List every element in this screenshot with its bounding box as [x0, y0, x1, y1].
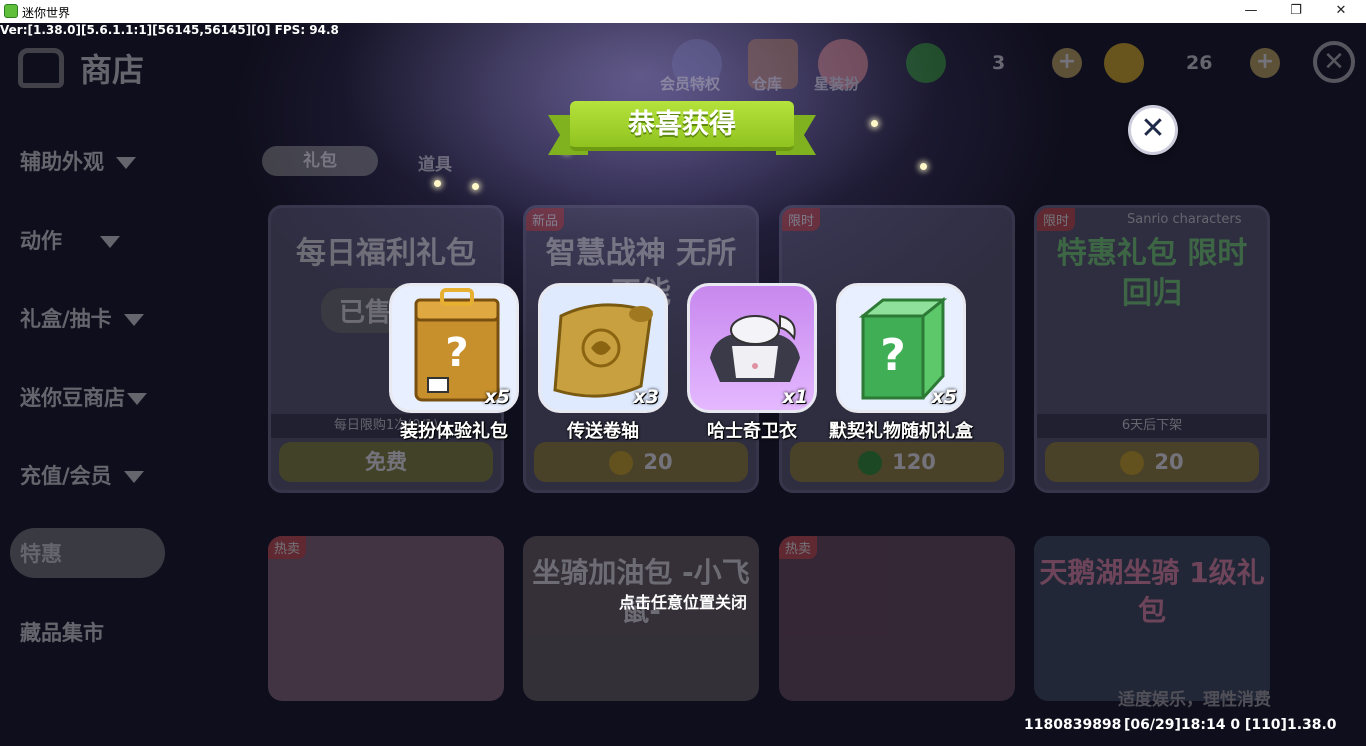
- star-outfit-label: 星装扮: [814, 75, 860, 93]
- svg-text:?: ?: [880, 330, 906, 381]
- card-expiry-text: 6天后下架: [1037, 414, 1267, 438]
- window-close-button[interactable]: ✕: [1318, 0, 1364, 23]
- window-titlebar: 迷你世界 — ❐ ✕: [0, 0, 1366, 23]
- reward-tile: x1: [687, 283, 817, 413]
- sidebar-item-label: 礼盒/抽卡: [20, 307, 112, 331]
- card-price-button[interactable]: 120: [790, 442, 1004, 482]
- shop-close-button[interactable]: ✕: [1313, 41, 1355, 83]
- coin-icon: [1120, 451, 1145, 475]
- sidebar-item-mini-bean-shop[interactable]: 迷你豆商店: [20, 382, 147, 412]
- sidebar-item-gift-cards[interactable]: 礼盒/抽卡: [20, 303, 144, 333]
- window-title: 迷你世界: [22, 6, 71, 20]
- sparkle: [920, 163, 927, 170]
- restore-button[interactable]: ❐: [1273, 0, 1319, 23]
- time-version: [06/29]18:14 0 [110]1.38.0: [1124, 717, 1337, 733]
- shop-card[interactable]: 天鹅湖坐骑 1级礼包: [1034, 536, 1270, 701]
- close-hint: 点击任意位置关闭: [618, 593, 747, 612]
- sidebar-item-label: 特惠: [20, 542, 62, 566]
- reward-quantity: x5: [484, 386, 510, 408]
- price-value: 20: [1154, 450, 1184, 474]
- user-id: 1180839898: [1024, 717, 1122, 733]
- reward-quantity: x1: [782, 386, 808, 408]
- sidebar-item-outfit-assist[interactable]: 辅助外观: [20, 146, 136, 176]
- reward-name: 装扮体验礼包: [400, 421, 508, 442]
- limited-tag: 限时: [782, 208, 821, 231]
- sidebar-item-label: 藏品集市: [20, 621, 104, 645]
- shop-card[interactable]: 热卖: [268, 536, 504, 701]
- moderation-slogan: 适度娱乐，理性消费: [1118, 690, 1271, 710]
- limited-tag: 限时: [1037, 208, 1076, 231]
- reward-item[interactable]: ? x5 默契礼物随机礼盒: [829, 283, 973, 443]
- vip-label: 会员特权: [660, 75, 721, 93]
- sidebar-item-actions[interactable]: 动作: [20, 225, 120, 255]
- minimize-button[interactable]: —: [1228, 0, 1274, 23]
- warehouse-label: 仓库: [752, 75, 783, 93]
- svg-text:?: ?: [445, 330, 468, 376]
- shop-icon: [18, 48, 64, 88]
- sidebar-item-special-offers[interactable]: 特惠: [20, 538, 62, 568]
- mini-bean-icon: [906, 43, 946, 83]
- mini-coin-count: 26: [1186, 52, 1213, 74]
- reward-tile: x3: [538, 283, 668, 413]
- reward-quantity: x3: [633, 386, 659, 408]
- card-price-button[interactable]: 20: [534, 442, 748, 482]
- shop-card[interactable]: 限时 Sanrio characters 特惠礼包 限时回归 6天后下架 20: [1034, 205, 1270, 493]
- hot-tag: 热卖: [779, 536, 818, 559]
- tab-gift-packs[interactable]: 礼包: [262, 146, 378, 176]
- popup-close-button[interactable]: ✕: [1128, 105, 1178, 155]
- chevron-down-icon: [123, 471, 144, 483]
- reward-item[interactable]: ? x5 装扮体验礼包: [389, 283, 519, 443]
- app-icon: [4, 4, 18, 18]
- sidebar-item-recharge[interactable]: 充值/会员: [20, 460, 144, 490]
- add-bean-button[interactable]: +: [1052, 48, 1082, 78]
- reward-banner: 恭喜获得: [548, 101, 816, 163]
- card-price-button[interactable]: 免费: [279, 442, 493, 482]
- mini-bean-count: 3: [992, 52, 1006, 74]
- chevron-down-icon: [116, 157, 136, 169]
- coin-icon: [609, 451, 634, 475]
- game-viewport[interactable]: 商店 会员特权 仓库 星装扮 3 + 26 + ✕ 辅助外观 动作 礼盒/抽卡 …: [0, 23, 1366, 746]
- tab-items[interactable]: 道具: [418, 150, 452, 175]
- card-price-button[interactable]: 20: [1045, 442, 1259, 482]
- shop-card[interactable]: 坐骑加油包 -小飞鼠-: [523, 536, 759, 701]
- reward-title: 恭喜获得: [628, 109, 736, 140]
- sidebar-item-collection-market[interactable]: 藏品集市: [20, 617, 104, 647]
- reward-tile: ? x5: [836, 283, 966, 413]
- price-value: 120: [892, 450, 936, 474]
- card-subtitle: Sanrio characters: [1127, 212, 1242, 227]
- price-value: 20: [643, 450, 673, 474]
- reward-name: 哈士奇卫衣: [707, 421, 797, 442]
- sidebar-item-label: 迷你豆商店: [20, 386, 125, 410]
- card-art-text: 特惠礼包 限时回归: [1056, 236, 1248, 311]
- shop-header: 商店: [18, 45, 144, 91]
- sparkle: [434, 180, 441, 187]
- shop-card[interactable]: 热卖: [779, 536, 1015, 701]
- chevron-down-icon: [100, 236, 120, 248]
- reward-item[interactable]: x3 传送卷轴: [538, 283, 668, 443]
- new-tag: 新品: [526, 208, 565, 231]
- sparkle: [472, 183, 479, 190]
- chevron-down-icon: [123, 314, 144, 326]
- sidebar-item-label: 动作: [20, 229, 62, 253]
- version-info: Ver:[1.38.0][5.6.1.1:1][56145,56145][0] …: [0, 23, 339, 37]
- reward-quantity: x5: [931, 386, 957, 408]
- shop-title: 商店: [80, 51, 145, 89]
- add-coin-button[interactable]: +: [1250, 48, 1280, 78]
- bean-icon: [858, 451, 883, 475]
- chevron-down-icon: [127, 393, 147, 405]
- reward-name: 默契礼物随机礼盒: [829, 421, 973, 442]
- sidebar-item-label: 充值/会员: [20, 464, 112, 488]
- reward-item[interactable]: x1 哈士奇卫衣: [687, 283, 817, 443]
- reward-tile: ? x5: [389, 283, 519, 413]
- hot-tag: 热卖: [268, 536, 307, 559]
- reward-name: 传送卷轴: [567, 421, 639, 442]
- sidebar-item-label: 辅助外观: [20, 150, 104, 174]
- mini-coin-icon: [1104, 43, 1144, 83]
- sparkle: [871, 120, 878, 127]
